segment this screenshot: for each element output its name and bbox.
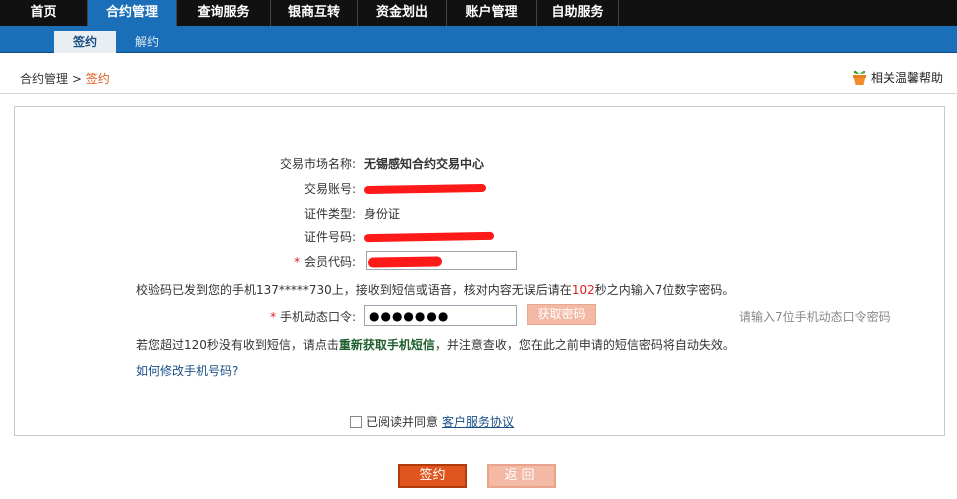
sms-notice-pre: 校验码已发到您的手机137*****730上，接收到短信或语音，核对内容无误后请… [136,283,572,297]
sms-notice-post: 秒之内输入7位数字密码。 [594,283,735,297]
account-row: 交易账号: [0,180,957,196]
otp-label-text: 手机动态口令: [279,310,356,324]
tab-sign[interactable]: 签约 [54,31,116,53]
id-type-row: 证件类型: 身份证 [0,205,957,221]
agreement-row: 已阅读并同意 客户服务协议 [350,413,514,430]
redacted-account [363,183,487,195]
agreement-link[interactable]: 客户服务协议 [442,413,514,430]
resend-post: ，并注意查收，您在此之前申请的短信密码将自动失效。 [434,338,735,352]
account-label: 交易账号: [303,182,356,196]
redacted-member-code [367,256,443,268]
nav-bank-transfer[interactable]: 银商互转 [271,0,358,26]
otp-input[interactable] [364,305,517,326]
nav-self-service[interactable]: 自助服务 [537,0,619,26]
otp-label: * 手机动态口令: [236,308,356,325]
market-row: 交易市场名称: 无锡感知合约交易中心 [0,155,957,171]
market-label: 交易市场名称: [279,157,356,171]
sms-countdown: 102 [571,283,595,297]
resend-notice: 若您超过120秒没有收到短信，请点击重新获取手机短信，并注意查收，您在此之前申请… [136,336,735,353]
member-label: * 会员代码: [236,253,356,270]
nav-contract-management[interactable]: 合约管理 [88,0,177,26]
id-type-value: 身份证 [364,207,401,221]
id-number-label: 证件号码: [303,230,356,244]
nav-account-management[interactable]: 账户管理 [447,0,537,26]
member-label-text: 会员代码: [303,255,356,269]
required-mark: * [294,255,301,269]
nav-home[interactable]: 首页 [0,0,88,26]
nav-query-services[interactable]: 查询服务 [177,0,271,26]
header-divider [0,93,957,94]
otp-hint: 请输入7位手机动态口令密码 [739,310,891,324]
id-number-row: 证件号码: [0,228,957,244]
tab-unsign[interactable]: 解约 [124,31,170,53]
top-nav: 首页 合约管理 查询服务 银商互转 资金划出 账户管理 自助服务 [0,0,957,26]
plant-pot-icon [852,68,867,86]
resend-pre: 若您超过120秒没有收到短信，请点击 [136,338,339,352]
id-type-label: 证件类型: [303,207,356,221]
sign-button[interactable]: 签约 [398,464,467,488]
back-button[interactable]: 返回 [487,464,556,488]
nav-funds-out[interactable]: 资金划出 [358,0,447,26]
help-link[interactable]: 相关温馨帮助 [852,68,943,86]
redacted-id-number [363,231,495,243]
sub-nav: 签约 解约 [0,26,957,53]
change-phone-link[interactable]: 如何修改手机号码? [136,362,238,379]
agree-checkbox[interactable] [350,415,362,428]
agree-text: 已阅读并同意 [366,415,439,429]
help-label: 相关温馨帮助 [870,70,943,85]
required-mark: * [270,310,277,324]
get-code-button[interactable]: 获取密码 [527,304,596,325]
sms-notice: 校验码已发到您的手机137*****730上，接收到短信或语音，核对内容无误后请… [136,281,734,298]
breadcrumb: 合约管理 > 签约 [20,70,110,87]
breadcrumb-separator: > [71,72,82,86]
breadcrumb-parent[interactable]: 合约管理 [20,72,68,86]
market-value: 无锡感知合约交易中心 [364,157,485,171]
resend-sms-link[interactable]: 重新获取手机短信 [339,338,435,352]
breadcrumb-current: 签约 [85,72,110,86]
